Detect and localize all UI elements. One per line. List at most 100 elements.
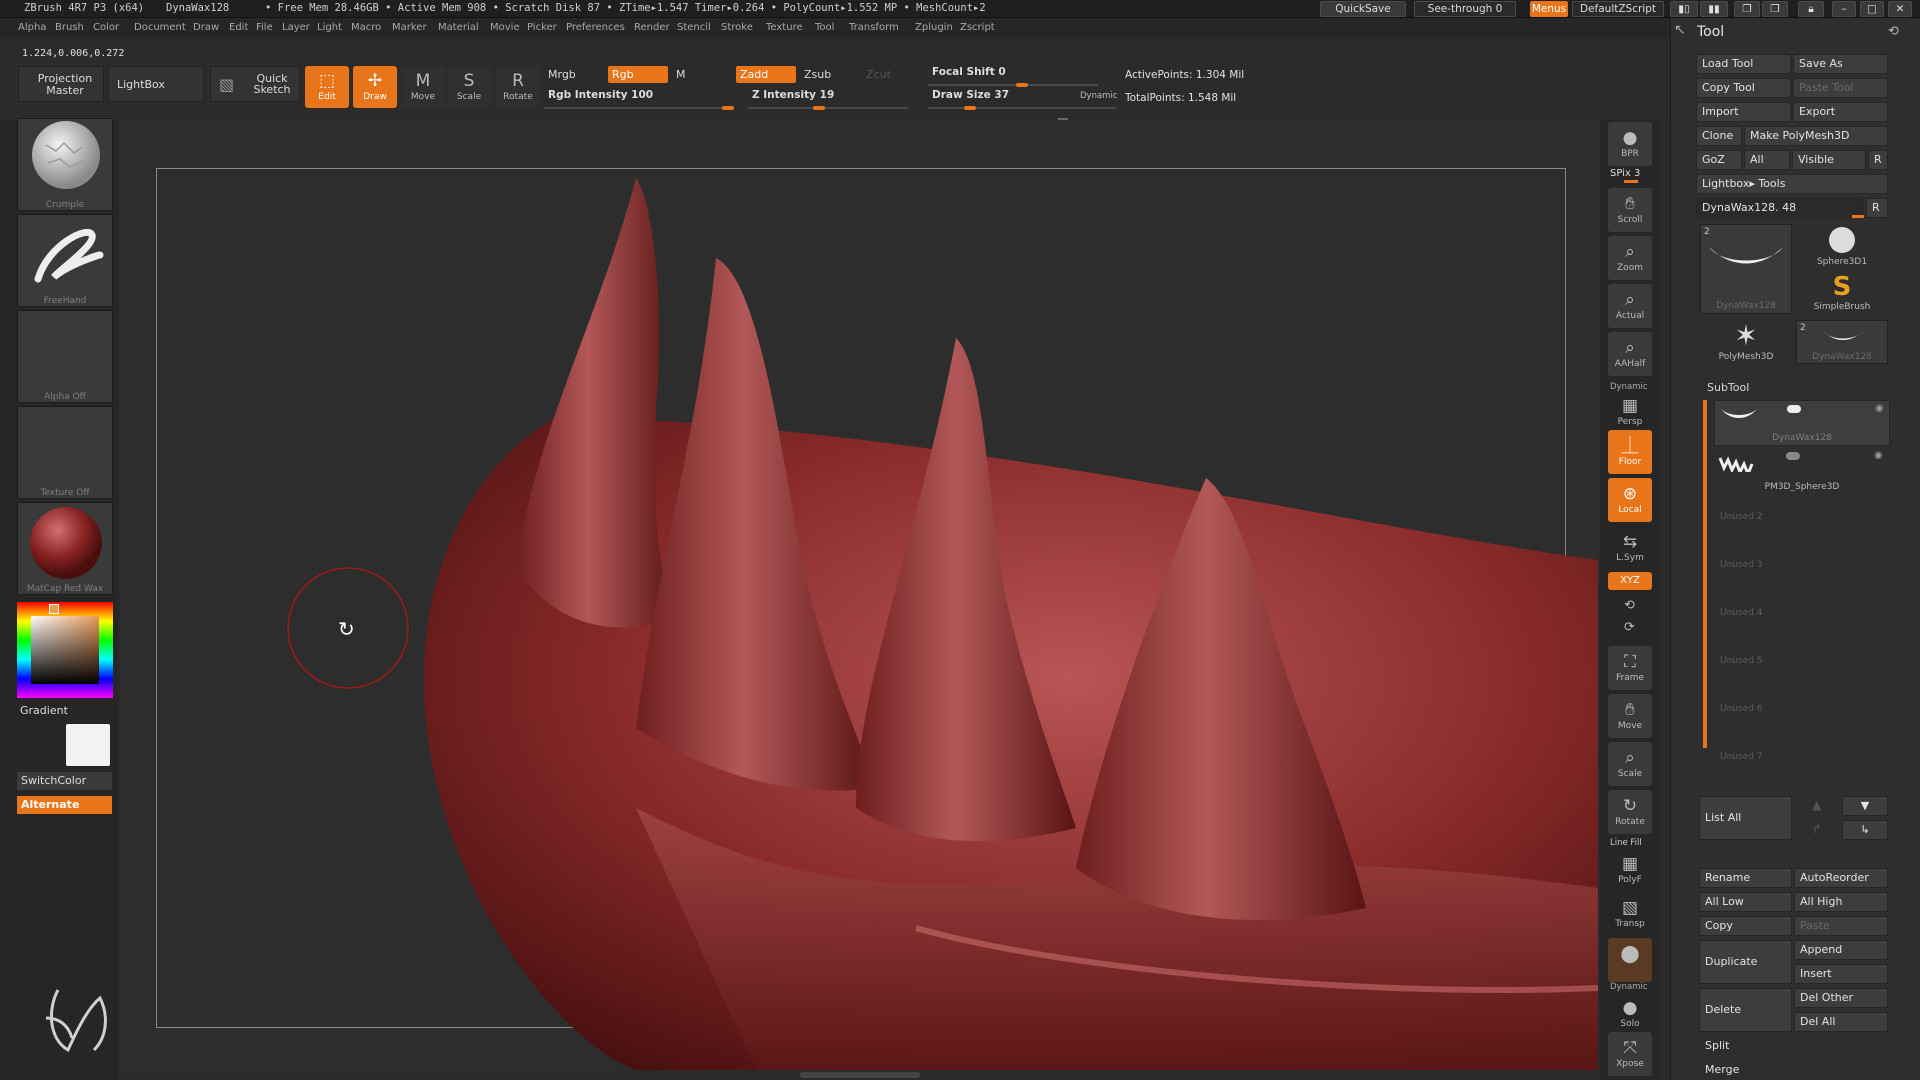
all-high-button[interactable]: All High (1794, 892, 1888, 912)
rotate-view-button[interactable]: ↻ Rotate (1608, 790, 1652, 834)
dynamic-toggle[interactable]: Dynamic (1076, 88, 1118, 105)
save-as-button[interactable]: Save As (1793, 54, 1888, 74)
clone-button[interactable]: Clone (1696, 126, 1742, 146)
menu-texture[interactable]: Texture (766, 22, 803, 33)
menu-alpha[interactable]: Alpha (18, 22, 46, 33)
rgb-intensity-track[interactable] (544, 107, 734, 109)
window-icon[interactable]: ❐ (1734, 1, 1760, 17)
copy-button[interactable]: Copy (1699, 916, 1792, 936)
scale-button[interactable]: S Scale (447, 66, 491, 108)
subtool-move-up-icon[interactable]: ↱ (1812, 822, 1822, 836)
rotate-button[interactable]: R Rotate (496, 66, 540, 108)
subtool-unused-3[interactable]: Unused 3 (1716, 560, 1888, 570)
actual-button[interactable]: ⌕ Actual (1608, 284, 1652, 328)
edit-button[interactable]: ⬚ Edit (305, 66, 349, 108)
menus-button[interactable]: Menus (1530, 1, 1568, 17)
xyz-button[interactable]: XYZ (1608, 572, 1652, 590)
del-other-button[interactable]: Del Other (1794, 988, 1888, 1008)
gradient-label[interactable]: Gradient (20, 704, 68, 717)
menu-render[interactable]: Render (634, 22, 670, 33)
scale-view-button[interactable]: ⌕ Scale (1608, 742, 1652, 786)
tool-thumb-dynawax-large[interactable]: 2 DynaWax128 (1700, 224, 1792, 314)
autoreorder-button[interactable]: AutoReorder (1794, 868, 1888, 888)
subtool-unused-6[interactable]: Unused 6 (1716, 704, 1888, 714)
export-button[interactable]: Export (1793, 102, 1888, 122)
aahalf-button[interactable]: ⌕ AAHalf (1608, 332, 1652, 376)
current-tool-r-button[interactable]: R (1866, 198, 1888, 218)
zadd-button[interactable]: Zadd (736, 66, 796, 83)
frame-button[interactable]: ⛶ Frame (1608, 646, 1652, 690)
palette-reset-icon[interactable]: ⟲ (1888, 24, 1899, 39)
menu-marker[interactable]: Marker (392, 22, 427, 33)
menu-edit[interactable]: Edit (229, 22, 248, 33)
spix-slider[interactable]: SPix 3 (1610, 168, 1640, 179)
projection-master-button[interactable]: Projection Master (18, 66, 104, 102)
menu-zscript[interactable]: Zscript (960, 22, 995, 33)
menu-transform[interactable]: Transform (849, 22, 899, 33)
z-intensity-track[interactable] (748, 107, 908, 109)
subtool-1-eye-icon[interactable]: ◉ (1875, 403, 1884, 414)
zoom-button[interactable]: ⌕ Zoom (1608, 236, 1652, 280)
ghost-button[interactable]: ⬤ (1608, 938, 1652, 982)
list-all-button[interactable]: List All (1699, 796, 1792, 840)
lock-icon[interactable]: 🔒︎ (1798, 1, 1824, 17)
subtool-row-1[interactable]: ◉ DynaWax128 (1714, 400, 1890, 446)
secondary-color-swatch[interactable] (66, 724, 110, 766)
menu-preferences[interactable]: Preferences (566, 22, 625, 33)
subtool-up-icon[interactable]: ▲ (1812, 798, 1821, 812)
z-intensity-slider[interactable]: Z Intensity 19 (748, 87, 908, 104)
draw-size-slider[interactable]: Draw Size 37 (928, 87, 1048, 104)
move-button[interactable]: M Move (401, 66, 445, 108)
z-intensity-handle[interactable] (813, 106, 825, 110)
subtool-1-toggle[interactable] (1787, 405, 1801, 413)
canvas-scroll-handle[interactable] (800, 1072, 920, 1078)
tool-thumb-simplebrush[interactable]: S SimpleBrush (1798, 272, 1886, 316)
subtool-row-2[interactable]: ◉ PM3D_Sphere3D (1714, 448, 1890, 494)
focal-shift-slider[interactable]: Focal Shift 0 (928, 64, 1098, 81)
menu-document[interactable]: Document (134, 22, 186, 33)
solo-button[interactable]: ● Solo (1608, 992, 1652, 1032)
lightbox-button[interactable]: LightBox (108, 66, 204, 102)
menu-light[interactable]: Light (317, 22, 342, 33)
merge-section[interactable]: Merge (1699, 1060, 1888, 1080)
paste-tool-button[interactable]: Paste Tool (1793, 78, 1888, 98)
tool-thumb-dynawax-small[interactable]: 2 DynaWax128 (1796, 320, 1888, 364)
persp-button[interactable]: ▦ Persp (1608, 390, 1652, 428)
sculpt-model[interactable]: ↻ (156, 168, 1598, 1070)
see-through-slider[interactable]: See-through 0 (1414, 1, 1516, 17)
menu-material[interactable]: Material (438, 22, 479, 33)
alternate-button[interactable]: Alternate (17, 796, 112, 814)
append-button[interactable]: Append (1794, 940, 1888, 960)
tool-thumb-sphere3d[interactable]: Sphere3D1 (1798, 224, 1886, 268)
default-zscript-button[interactable]: DefaultZScript (1572, 1, 1664, 17)
brush-thumbnail[interactable]: Crumple (17, 118, 113, 211)
paste-button[interactable]: Paste (1794, 916, 1888, 936)
subtool-down-button[interactable]: ▼ (1842, 796, 1888, 816)
rgb-button[interactable]: Rgb (608, 66, 668, 83)
insert-button[interactable]: Insert (1794, 964, 1888, 984)
del-all-button[interactable]: Del All (1794, 1012, 1888, 1032)
rgb-intensity-slider[interactable]: Rgb Intensity 100 (544, 87, 734, 104)
duplicate-button[interactable]: Duplicate (1699, 940, 1792, 984)
menu-stroke[interactable]: Stroke (721, 22, 753, 33)
layout2-icon[interactable]: ▮▮ (1700, 1, 1728, 17)
close-icon[interactable]: ✕ (1888, 1, 1912, 17)
zsub-button[interactable]: Zsub (800, 66, 860, 83)
material-thumbnail[interactable]: MatCap Red Wax (17, 502, 113, 595)
quick-sketch-button[interactable]: ▧ Quick Sketch (210, 66, 300, 102)
subtool-unused-7[interactable]: Unused 7 (1716, 752, 1888, 762)
current-tool-handle[interactable] (1852, 215, 1864, 218)
rgb-intensity-handle[interactable] (722, 106, 734, 110)
menu-tool[interactable]: Tool (815, 22, 834, 33)
menu-stencil[interactable]: Stencil (677, 22, 711, 33)
menu-file[interactable]: File (256, 22, 273, 33)
switchcolor-button[interactable]: SwitchColor (17, 772, 112, 790)
texture-thumbnail[interactable]: Texture Off (17, 406, 113, 499)
goz-all-button[interactable]: All (1744, 150, 1790, 170)
alpha-thumbnail[interactable]: Alpha Off (17, 310, 113, 403)
spix-handle[interactable] (1624, 180, 1638, 183)
m-button[interactable]: M (672, 66, 696, 83)
transp-button[interactable]: ▧ Transp (1608, 892, 1652, 936)
draw-size-handle[interactable] (964, 106, 976, 110)
floor-button[interactable]: ⏊ Floor (1608, 430, 1652, 474)
